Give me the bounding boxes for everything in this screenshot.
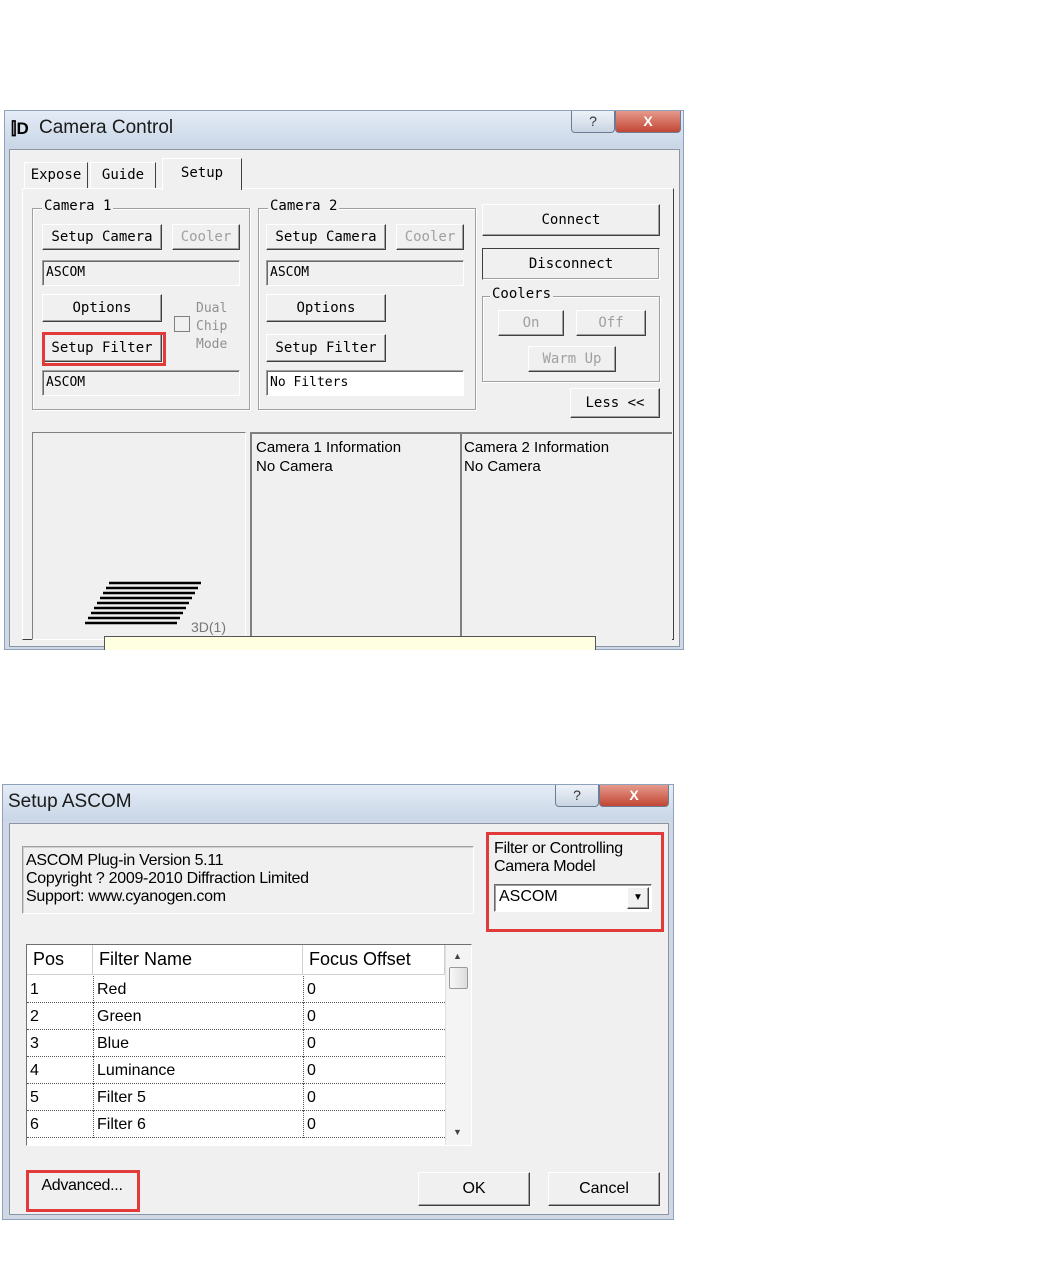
setup-ascom-client: ASCOM Plug-in Version 5.11 Copyright ? 2… — [9, 823, 669, 1215]
preview-panel: 3D(1) — [32, 432, 246, 640]
plugin-support: Support: www.cyanogen.com — [26, 888, 226, 905]
cooler-off-button[interactable]: Off — [576, 310, 646, 336]
model-select-highlight — [486, 832, 664, 932]
tab-expose[interactable]: Expose — [24, 162, 88, 188]
filter-name-cell[interactable]: Blue — [93, 1030, 303, 1057]
dual-chip-mode-checkbox[interactable] — [174, 316, 190, 332]
disconnect-button[interactable]: Disconnect — [482, 248, 660, 280]
camera2-group-label: Camera 2 — [268, 198, 340, 214]
dual-label-line: Dual — [196, 301, 228, 316]
preview-logo-text: 3D(1) — [191, 619, 227, 635]
camera1-setup-camera-button[interactable]: Setup Camera — [42, 224, 162, 250]
pos-cell: 2 — [27, 1003, 93, 1030]
focus-offset-cell[interactable]: 0 — [303, 1111, 445, 1138]
scroll-down-icon[interactable]: ▼ — [453, 1127, 462, 1137]
setup-filter-highlight — [42, 332, 166, 366]
table-row[interactable]: 6 Filter 6 0 — [27, 1111, 445, 1138]
pos-cell: 4 — [27, 1057, 93, 1084]
camera1-info-status: No Camera — [256, 458, 333, 475]
camera2-filter-field: No Filters — [266, 370, 464, 396]
camera1-model-field: ASCOM — [42, 260, 240, 286]
mode-label-line: Mode — [196, 337, 228, 352]
advanced-highlight — [26, 1170, 140, 1212]
scroll-thumb[interactable] — [449, 967, 468, 989]
focus-offset-cell[interactable]: 0 — [303, 1057, 445, 1084]
camera1-filter-field: ASCOM — [42, 370, 240, 396]
camera1-group-label: Camera 1 — [42, 198, 114, 214]
chip-label-line: Chip — [196, 319, 228, 334]
window-title: Camera Control — [39, 117, 174, 138]
plugin-copyright: Copyright ? 2009-2010 Diffraction Limite… — [26, 870, 309, 887]
filter-table[interactable]: Pos Filter Name Focus Offset 1 Red 0 2 G… — [26, 944, 472, 1146]
camera1-options-button[interactable]: Options — [42, 294, 162, 322]
close-button[interactable]: X — [599, 785, 669, 807]
table-row[interactable]: 2 Green 0 — [27, 1003, 445, 1030]
window-title: Setup ASCOM — [8, 791, 132, 812]
app-icon: ⫿D — [11, 119, 29, 138]
filter-name-cell[interactable]: Filter 5 — [93, 1084, 303, 1111]
camera1-cooler-button[interactable]: Cooler — [172, 224, 240, 250]
pos-cell: 3 — [27, 1030, 93, 1057]
filter-name-cell[interactable]: Filter 6 — [93, 1111, 303, 1138]
cancel-button[interactable]: Cancel — [548, 1172, 660, 1206]
camera2-info-title: Camera 2 Information — [464, 439, 610, 456]
tooltip-fragment — [104, 636, 596, 650]
cooler-on-button[interactable]: On — [498, 310, 564, 336]
camera2-info-panel: Camera 2 Information No Camera — [460, 432, 672, 640]
pos-cell: 1 — [27, 976, 93, 1003]
coolers-group-label: Coolers — [490, 286, 554, 302]
plugin-version: ASCOM Plug-in Version 5.11 — [26, 852, 224, 869]
camera1-info-title: Camera 1 Information — [256, 439, 402, 456]
pos-cell: 5 — [27, 1084, 93, 1111]
camera2-cooler-button[interactable]: Cooler — [396, 224, 464, 250]
table-row[interactable]: 3 Blue 0 — [27, 1030, 445, 1057]
table-row[interactable]: 5 Filter 5 0 — [27, 1084, 445, 1111]
focus-offset-cell[interactable]: 0 — [303, 1030, 445, 1057]
dual-chip-mode-label: Dual Chip Mode — [196, 300, 227, 354]
camera-control-client: Expose Guide Setup Camera 1 Setup Camera… — [9, 149, 680, 647]
filter-name-cell[interactable]: Red — [93, 976, 303, 1003]
logo-stripes — [81, 581, 201, 625]
focus-offset-cell[interactable]: 0 — [303, 1003, 445, 1030]
camera2-setup-camera-button[interactable]: Setup Camera — [266, 224, 386, 250]
table-row[interactable]: 1 Red 0 — [27, 976, 445, 1003]
table-scrollbar[interactable]: ▲ ▼ — [445, 945, 471, 1145]
camera2-options-button[interactable]: Options — [266, 294, 386, 322]
pos-cell: 6 — [27, 1111, 93, 1138]
camera2-setup-filter-button[interactable]: Setup Filter — [266, 334, 386, 362]
camera-control-window: ⫿D Camera Control ? X Expose Guide Setup… — [4, 110, 684, 650]
help-button[interactable]: ? — [555, 785, 599, 807]
camera-control-titlebar[interactable]: ⫿D Camera Control ? X — [5, 111, 683, 148]
camera2-model-field: ASCOM — [266, 260, 464, 286]
column-header-focus-offset[interactable]: Focus Offset — [303, 945, 445, 974]
plugin-info-panel: ASCOM Plug-in Version 5.11 Copyright ? 2… — [22, 846, 474, 914]
setup-ascom-window: Setup ASCOM ? X ASCOM Plug-in Version 5.… — [2, 784, 674, 1220]
tab-guide[interactable]: Guide — [90, 162, 156, 188]
column-header-filter-name[interactable]: Filter Name — [93, 945, 303, 974]
camera1-info-panel: Camera 1 Information No Camera — [250, 432, 460, 640]
camera2-info-status: No Camera — [464, 458, 541, 475]
table-header: Pos Filter Name Focus Offset — [27, 945, 445, 975]
filter-name-cell[interactable]: Luminance — [93, 1057, 303, 1084]
focus-offset-cell[interactable]: 0 — [303, 976, 445, 1003]
less-button[interactable]: Less << — [570, 388, 660, 418]
tab-setup[interactable]: Setup — [162, 158, 242, 190]
table-row[interactable]: 4 Luminance 0 — [27, 1057, 445, 1084]
connect-button[interactable]: Connect — [482, 204, 660, 236]
close-button[interactable]: X — [615, 111, 681, 133]
setup-ascom-titlebar[interactable]: Setup ASCOM ? X — [3, 785, 673, 821]
focus-offset-cell[interactable]: 0 — [303, 1084, 445, 1111]
help-button[interactable]: ? — [571, 111, 615, 133]
warm-up-button[interactable]: Warm Up — [528, 346, 616, 372]
column-header-pos[interactable]: Pos — [27, 945, 93, 974]
filter-name-cell[interactable]: Green — [93, 1003, 303, 1030]
scroll-up-icon[interactable]: ▲ — [453, 951, 462, 961]
ok-button[interactable]: OK — [418, 1172, 530, 1206]
